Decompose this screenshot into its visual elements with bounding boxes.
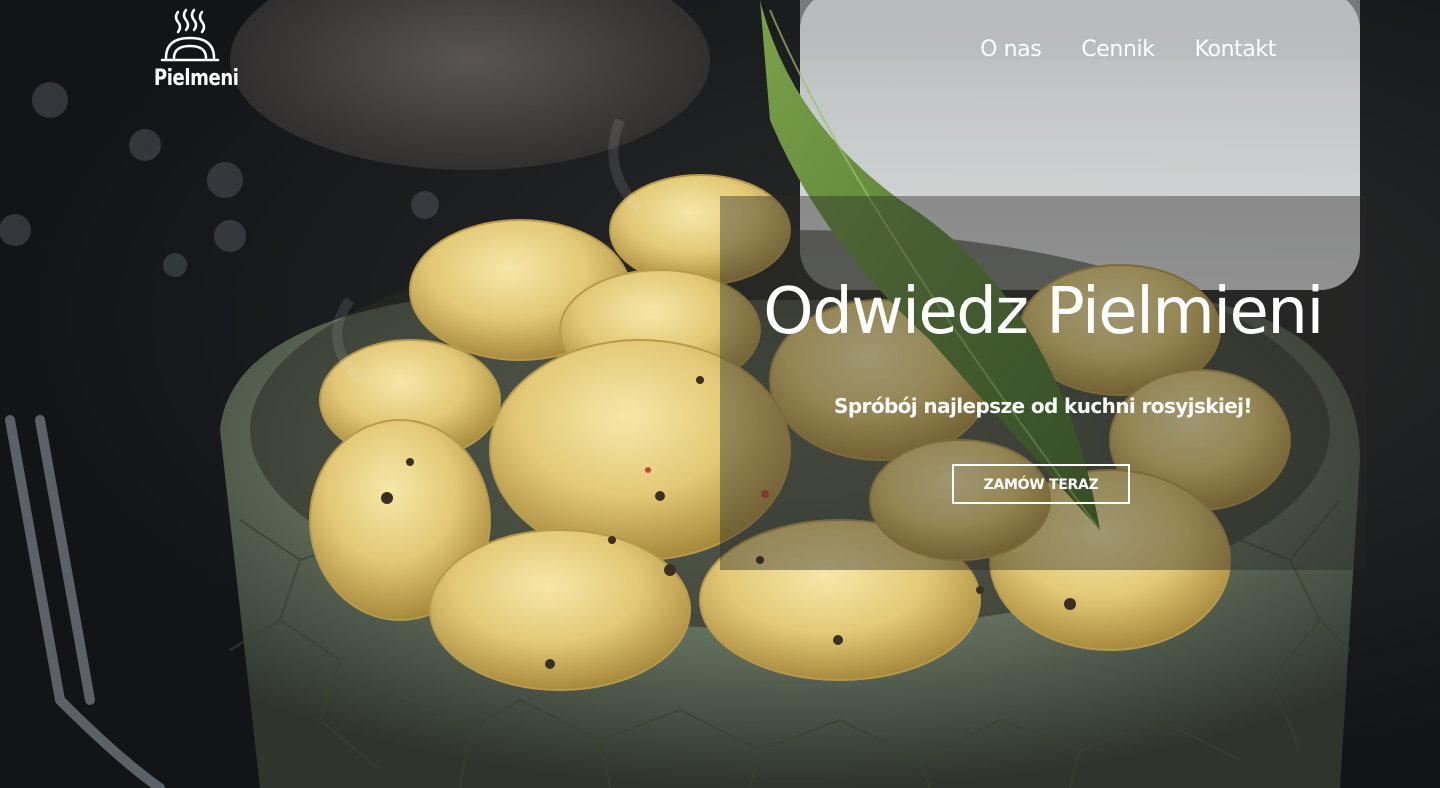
hero-section: Pielmeni O nas Cennik Kontakt Odwiedz Pi…	[0, 0, 1440, 788]
hero-subtitle: Spróbój najlepsze od kuchni rosyjskiej!	[834, 394, 1253, 418]
nav-item-cennik[interactable]: Cennik	[1081, 34, 1155, 66]
steaming-cloche-icon	[160, 8, 220, 62]
hero-overlay-panel: Odwiedz Pielmieni Spróbój najlepsze od k…	[720, 196, 1366, 570]
nav-item-kontakt[interactable]: Kontakt	[1195, 34, 1277, 66]
nav-item-o-nas[interactable]: O nas	[980, 34, 1042, 66]
brand-logo[interactable]: Pielmeni	[146, 8, 239, 98]
main-nav: O nas Cennik Kontakt	[980, 34, 1276, 66]
brand-name: Pielmeni	[153, 66, 239, 91]
hero-title: Odwiedz Pielmieni	[763, 275, 1324, 349]
order-now-button[interactable]: ZAMÓW TERAZ	[952, 464, 1130, 504]
